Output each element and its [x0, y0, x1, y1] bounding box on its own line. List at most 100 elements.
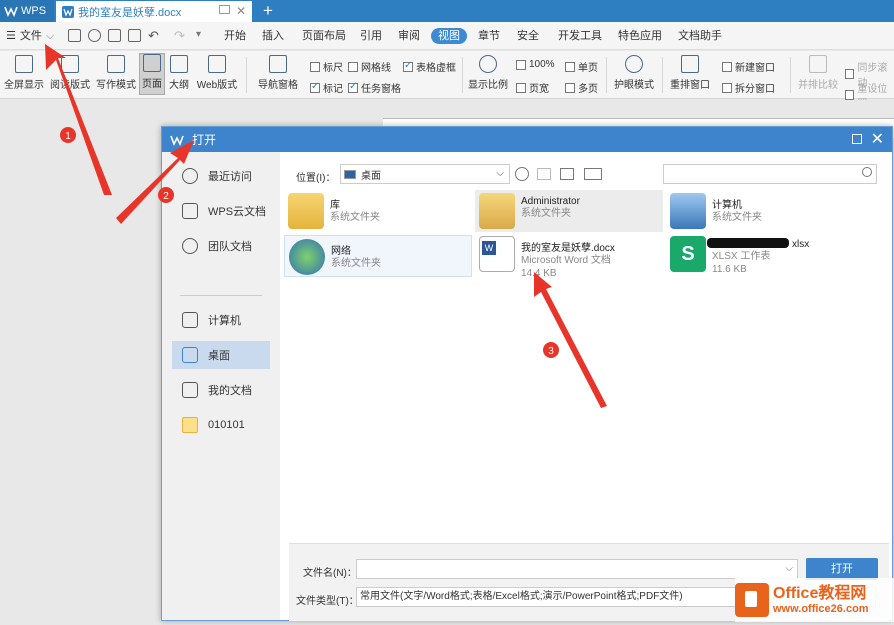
- doc-icon: [62, 5, 74, 18]
- file-type: XLSX 工作表: [712, 251, 771, 262]
- menu-page-layout[interactable]: 页面布局: [300, 28, 348, 44]
- library-folder-icon: [288, 193, 324, 229]
- page-label: 页面: [142, 79, 162, 90]
- menu-insert[interactable]: 插入: [260, 28, 286, 44]
- ruler-checkbox[interactable]: 标尺: [310, 59, 343, 74]
- rearrange-window-button[interactable]: 重排窗口: [666, 55, 714, 91]
- file-item-administrator[interactable]: Administrator 系统文件夹: [475, 190, 663, 232]
- single-page-button[interactable]: 单页: [565, 59, 598, 74]
- zoom-button[interactable]: 显示比例: [468, 55, 508, 91]
- wps-app-tab[interactable]: WPS: [0, 0, 54, 22]
- sidebar-item-010101[interactable]: 010101: [172, 411, 270, 439]
- file-item-docx[interactable]: W 我的室友是妖孽.docx Microsoft Word 文档 14.4 KB: [475, 233, 663, 283]
- new-folder-icon[interactable]: [560, 168, 574, 180]
- split-window-button[interactable]: 拆分窗口: [722, 80, 775, 95]
- task-pane-checkbox[interactable]: 任务窗格: [348, 80, 401, 95]
- back-icon[interactable]: [515, 167, 529, 181]
- sidebar-label: 最近访问: [208, 171, 252, 183]
- redo-icon[interactable]: ↷: [174, 28, 185, 44]
- sidebar-item-recent[interactable]: 最近访问: [172, 162, 270, 190]
- redaction-mark: [707, 238, 789, 248]
- writing-mode-button[interactable]: 写作模式: [94, 55, 138, 91]
- zoom-label: 显示比例: [468, 80, 508, 91]
- file-name: 计算机: [712, 200, 742, 211]
- desktop-icon: [182, 347, 198, 363]
- new-window-button[interactable]: 新建窗口: [722, 59, 775, 74]
- monitor-icon: [182, 312, 198, 328]
- save-icon[interactable]: [68, 29, 81, 42]
- sidebar-item-computer[interactable]: 计算机: [172, 306, 270, 334]
- pen-icon: [107, 55, 125, 73]
- search-input[interactable]: [663, 164, 877, 184]
- nav-pane-button[interactable]: 导航窗格: [252, 55, 304, 91]
- monitor-icon[interactable]: [219, 5, 230, 14]
- menu-doc-assistant[interactable]: 文档助手: [676, 28, 724, 44]
- file-type: 系统文件夹: [330, 212, 380, 223]
- ribbon-divider: [790, 57, 791, 93]
- side-by-side-button[interactable]: 并排比较: [796, 55, 840, 91]
- rearrange-label: 重排窗口: [670, 80, 710, 91]
- view-grid-icon[interactable]: [584, 168, 602, 180]
- outline-label: 大纲: [169, 80, 189, 91]
- dialog-title-bar[interactable]: 打开 ✕: [162, 127, 892, 152]
- wps-logo-icon: [170, 135, 184, 146]
- page-icon: [143, 54, 161, 72]
- location-dropdown[interactable]: 桌面 ⌵: [340, 164, 510, 184]
- file-item-network[interactable]: 网络 系统文件夹: [284, 235, 472, 277]
- open-button[interactable]: 打开: [806, 558, 878, 580]
- zoom-100-button[interactable]: 100%: [516, 59, 555, 70]
- menu-dev-tools[interactable]: 开发工具: [556, 28, 604, 44]
- gridlines-label: 网格线: [361, 63, 391, 74]
- sidebar-item-my-documents[interactable]: 我的文档: [172, 376, 270, 404]
- file-menu[interactable]: ☰ 文件 ⌵: [4, 28, 56, 44]
- file-item-computer[interactable]: 计算机 系统文件夹: [666, 190, 854, 232]
- multi-page-button[interactable]: 多页: [565, 80, 598, 95]
- menu-view[interactable]: 视图: [431, 28, 467, 44]
- marks-label: 标记: [323, 84, 343, 95]
- outline-icon: [170, 55, 188, 73]
- file-item-library[interactable]: 库系统文件夹: [284, 190, 472, 232]
- search-icon: [862, 167, 872, 177]
- close-icon[interactable]: ✕: [871, 129, 884, 149]
- tab-close-icon[interactable]: ✕: [236, 4, 246, 18]
- outline-button[interactable]: 大纲: [167, 55, 191, 91]
- sidebar-item-desktop[interactable]: 桌面: [172, 341, 270, 369]
- undo-icon[interactable]: ↶: [148, 28, 159, 44]
- print-preview-icon[interactable]: [128, 29, 141, 42]
- new-tab-button[interactable]: +: [258, 1, 278, 21]
- filetype-value: 常用文件(文字/Word格式;表格/Excel格式;演示/PowerPoint格…: [360, 591, 683, 602]
- filename-input[interactable]: ⌵: [356, 559, 798, 579]
- page-view-button[interactable]: 页面: [139, 53, 165, 95]
- menu-security[interactable]: 安全: [515, 28, 541, 44]
- customize-icon[interactable]: ▾: [196, 29, 201, 40]
- up-folder-icon[interactable]: [537, 168, 551, 180]
- document-tab[interactable]: 我的室友是妖孽.docx ✕: [56, 1, 252, 22]
- web-label: Web版式: [196, 80, 238, 91]
- ribbon-divider: [606, 57, 607, 93]
- sidebar-item-wps-cloud[interactable]: WPS云文档: [172, 197, 270, 225]
- maximize-icon[interactable]: [852, 134, 862, 144]
- menu-start[interactable]: 开始: [222, 28, 248, 44]
- dialog-sidebar: 最近访问 WPS云文档 团队文档 计算机 桌面 我的文档 010101: [162, 152, 280, 620]
- user-folder-icon: [479, 193, 515, 229]
- convert-icon[interactable]: [88, 29, 101, 42]
- print-icon[interactable]: [108, 29, 121, 42]
- wps-logo-icon: [4, 6, 18, 17]
- fullscreen-button[interactable]: 全屏显示: [2, 55, 46, 91]
- page-width-icon: [516, 82, 526, 93]
- marks-checkbox[interactable]: 标记: [310, 80, 343, 95]
- sidebar-item-team-docs[interactable]: 团队文档: [172, 232, 270, 260]
- menu-references[interactable]: 引用: [358, 28, 384, 44]
- eye-icon: [625, 55, 643, 73]
- menu-review[interactable]: 审阅: [396, 28, 422, 44]
- page-width-button[interactable]: 页宽: [516, 80, 549, 95]
- web-layout-button[interactable]: Web版式: [195, 55, 239, 91]
- eye-mode-button[interactable]: 护眼模式: [612, 55, 656, 91]
- gridlines-checkbox[interactable]: 网格线: [348, 59, 391, 74]
- checkbox-checked-icon: [310, 81, 320, 93]
- location-value: 桌面: [361, 170, 381, 182]
- menu-special[interactable]: 特色应用: [616, 28, 664, 44]
- table-grid-checkbox[interactable]: 表格虚框: [403, 59, 456, 74]
- menu-chapter[interactable]: 章节: [476, 28, 502, 44]
- reading-mode-button[interactable]: 阅读版式: [48, 55, 92, 91]
